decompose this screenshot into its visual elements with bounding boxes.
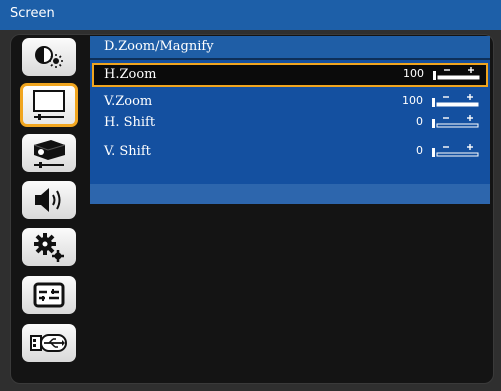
sidebar-item-image[interactable] — [22, 38, 76, 76]
menu-item-label: V.Zoom — [104, 94, 153, 109]
window-title: Screen — [10, 6, 55, 21]
menu-item-v-zoom[interactable]: V.Zoom 100 — [92, 90, 487, 112]
sidebar-item-volume[interactable] — [22, 181, 76, 219]
slider-bar[interactable] — [431, 144, 479, 158]
menu-item-value: 100 — [402, 94, 423, 107]
menu-item-label: H. Shift — [104, 115, 156, 130]
menu-item-h-shift[interactable]: H. Shift 0 — [92, 111, 487, 133]
menu-item-value: 0 — [416, 115, 423, 128]
menu-item-v-shift[interactable]: V. Shift 0 — [92, 140, 487, 162]
slider-thumb — [432, 119, 435, 128]
sidebar-item-advanced[interactable] — [22, 276, 76, 314]
window-title-bar: Screen — [0, 0, 501, 30]
submenu-title: D.Zoom/Magnify — [90, 36, 490, 58]
sidebar-item-options[interactable] — [22, 228, 76, 266]
slider-bar[interactable] — [432, 67, 480, 81]
sidebar-item-screen[interactable] — [20, 83, 78, 127]
slider-thumb — [432, 98, 435, 107]
slider-bar[interactable] — [431, 115, 479, 129]
menu-item-value: 100 — [403, 67, 424, 80]
sidebar-item-setup[interactable] — [22, 134, 76, 172]
sidebar — [15, 36, 85, 380]
slider-bar[interactable] — [431, 94, 479, 108]
brightness-contrast-icon — [35, 46, 63, 68]
screen-display-icon — [33, 90, 65, 120]
sidebar-item-usb[interactable] — [22, 324, 76, 362]
projector-settings-icon — [33, 140, 66, 168]
submenu-panel: D.Zoom/Magnify H.Zoom 100 V.Zoom 100 H. — [90, 36, 490, 380]
usb-connection-icon — [30, 334, 67, 352]
slider-track — [436, 152, 479, 157]
options-panel-icon — [33, 282, 65, 308]
menu-item-label: H.Zoom — [104, 67, 157, 82]
slider-thumb — [433, 71, 436, 80]
gears-settings-icon — [34, 233, 64, 262]
slider-fill — [437, 103, 478, 106]
menu-item-h-zoom[interactable]: H.Zoom 100 — [92, 63, 488, 87]
slider-fill — [438, 76, 479, 79]
menu-item-value: 0 — [416, 144, 423, 157]
slider-thumb — [432, 148, 435, 157]
slider-track — [436, 123, 479, 128]
volume-speaker-icon — [35, 188, 61, 212]
menu-footer-bar — [90, 184, 490, 204]
menu-item-label: V. Shift — [104, 144, 151, 159]
